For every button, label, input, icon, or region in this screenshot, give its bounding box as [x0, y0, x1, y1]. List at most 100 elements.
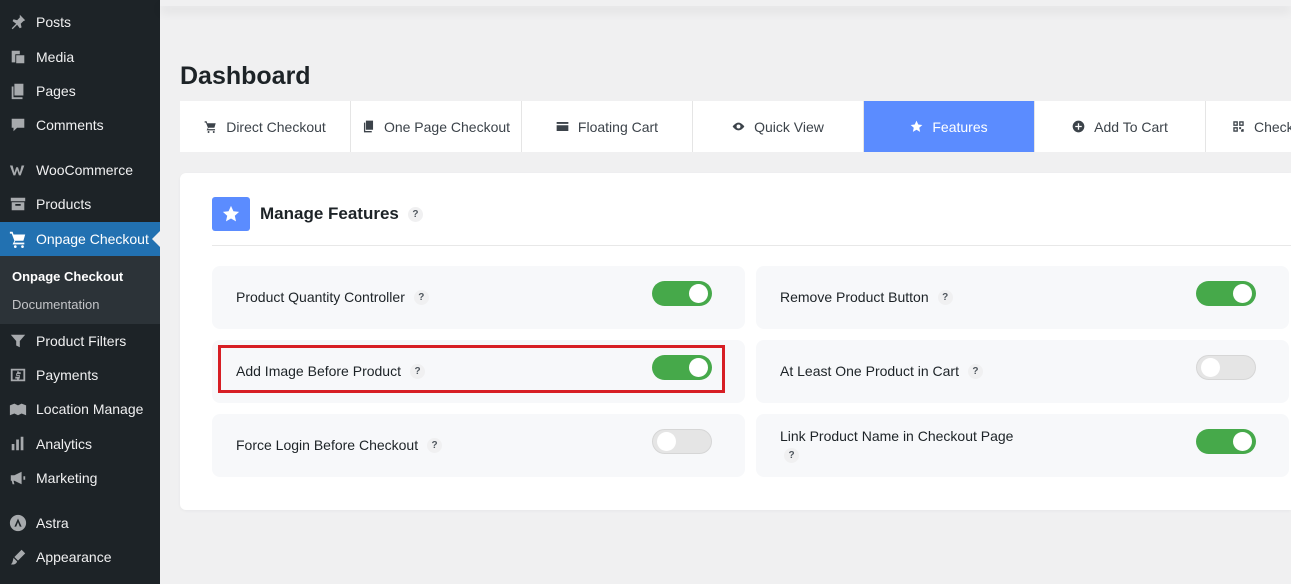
toggle-knob: [1233, 432, 1252, 451]
menu-item-marketing[interactable]: Marketing: [0, 461, 160, 495]
copy-icon: [363, 120, 374, 133]
menu-item-appearance[interactable]: Appearance: [0, 540, 160, 574]
menu-label: Analytics: [36, 436, 93, 452]
filter-icon: [0, 332, 36, 350]
tab-quick-view[interactable]: Quick View: [693, 101, 864, 152]
card-icon: [556, 121, 569, 132]
toggle-switch[interactable]: [652, 281, 712, 306]
highlight-box: [218, 345, 725, 393]
eye-icon: [732, 122, 745, 131]
menu-label: Astra: [36, 515, 69, 531]
help-icon[interactable]: ?: [784, 448, 799, 463]
astra-icon: [0, 514, 36, 532]
toggle-knob: [1233, 284, 1252, 303]
menu-item-onpage-checkout[interactable]: Onpage Checkout: [0, 222, 160, 256]
panel-title: Manage Features: [260, 204, 399, 223]
feature-link-product-name: Link Product Name in Checkout Page ?: [756, 414, 1289, 477]
toggle-knob: [657, 432, 676, 451]
help-icon[interactable]: ?: [937, 289, 953, 305]
divider: [212, 245, 1291, 246]
menu-label: Products: [36, 196, 92, 212]
menu-label: WooCommerce: [36, 162, 133, 178]
top-card-edge: [160, 0, 1291, 6]
qr-icon: [1233, 121, 1244, 132]
media-icon: [0, 48, 36, 66]
plus-circle-icon: [1072, 120, 1085, 133]
toggle-switch[interactable]: [652, 429, 712, 454]
page-title: Dashboard: [180, 62, 311, 90]
menu-item-posts[interactable]: Posts: [0, 5, 160, 39]
tab-checkout-more[interactable]: Check: [1206, 101, 1291, 152]
toggle-switch[interactable]: [1196, 429, 1256, 454]
submenu-onpage-checkout[interactable]: Onpage Checkout: [12, 269, 123, 284]
tab-features[interactable]: Features: [864, 101, 1035, 152]
onpage-checkout-submenu: Onpage Checkout Documentation: [0, 256, 160, 324]
tab-label: Direct Checkout: [226, 118, 326, 135]
tab-label: One Page Checkout: [383, 118, 511, 135]
cart-icon: [204, 121, 216, 133]
archive-icon: [0, 195, 36, 213]
comment-icon: [0, 116, 36, 134]
menu-item-payments[interactable]: Payments: [0, 358, 160, 392]
menu-label: Location Manage: [36, 401, 144, 417]
feature-remove-product-button: Remove Product Button?: [756, 266, 1289, 329]
pages-icon: [0, 82, 36, 100]
help-icon[interactable]: ?: [407, 206, 423, 222]
menu-item-media[interactable]: Media: [0, 40, 160, 74]
menu-item-product-filters[interactable]: Product Filters: [0, 324, 160, 358]
tab-add-to-cart[interactable]: Add To Cart: [1035, 101, 1206, 152]
menu-label: Onpage Checkout: [36, 231, 149, 247]
feature-force-login-before-checkout: Force Login Before Checkout?: [212, 414, 745, 477]
feature-label: Link Product Name in Checkout Page: [780, 428, 1014, 444]
star-icon: [212, 197, 250, 231]
pin-icon: [0, 13, 36, 31]
woo-icon: [0, 161, 36, 179]
menu-item-products[interactable]: Products: [0, 187, 160, 221]
menu-label: Comments: [36, 117, 104, 133]
tab-bar: Direct Checkout One Page Checkout Floati…: [180, 101, 1291, 152]
cart-icon: [0, 230, 36, 248]
feature-label: Remove Product Button?: [780, 289, 953, 305]
bar-chart-icon: [0, 435, 36, 453]
tab-label: Features: [932, 118, 988, 135]
tab-floating-cart[interactable]: Floating Cart: [522, 101, 693, 152]
menu-item-analytics[interactable]: Analytics: [0, 427, 160, 461]
toggle-switch[interactable]: [1196, 281, 1256, 306]
menu-label: Marketing: [36, 470, 98, 486]
help-icon[interactable]: ?: [967, 363, 983, 379]
tab-label: Quick View: [754, 118, 824, 135]
dollar-icon: [0, 366, 36, 384]
feature-label: Force Login Before Checkout?: [236, 437, 443, 453]
tab-one-page-checkout[interactable]: One Page Checkout: [351, 101, 522, 152]
brush-icon: [0, 548, 36, 566]
menu-item-comments[interactable]: Comments: [0, 108, 160, 142]
toggle-switch[interactable]: [1196, 355, 1256, 380]
menu-label: Product Filters: [36, 333, 127, 349]
admin-sidebar: Posts Media Pages Comments WooCommerce P…: [0, 0, 160, 584]
toggle-knob: [1201, 358, 1220, 377]
location-icon: [0, 400, 36, 418]
tab-direct-checkout[interactable]: Direct Checkout: [180, 101, 351, 152]
menu-label: Appearance: [36, 549, 112, 565]
help-icon[interactable]: ?: [427, 437, 443, 453]
feature-product-quantity-controller: Product Quantity Controller?: [212, 266, 745, 329]
menu-item-pages[interactable]: Pages: [0, 74, 160, 108]
menu-label: Pages: [36, 83, 76, 99]
menu-label: Posts: [36, 14, 72, 30]
menu-item-astra[interactable]: Astra: [0, 506, 160, 540]
submenu-documentation[interactable]: Documentation: [12, 297, 99, 312]
megaphone-icon: [0, 469, 36, 487]
help-icon[interactable]: ?: [413, 289, 429, 305]
tab-label: Check: [1254, 118, 1291, 135]
feature-label: Product Quantity Controller?: [236, 289, 429, 305]
toggle-knob: [689, 284, 708, 303]
feature-label: At Least One Product in Cart?: [780, 363, 983, 379]
menu-label: Payments: [36, 367, 99, 383]
tab-label: Floating Cart: [577, 118, 659, 135]
tab-label: Add To Cart: [1094, 118, 1168, 135]
menu-item-woocommerce[interactable]: WooCommerce: [0, 153, 160, 187]
manage-features-panel: Manage Features ? Product Quantity Contr…: [180, 173, 1291, 510]
menu-item-location-manage[interactable]: Location Manage: [0, 392, 160, 426]
menu-label: Media: [36, 49, 75, 65]
panel-header: Manage Features ?: [212, 197, 423, 231]
